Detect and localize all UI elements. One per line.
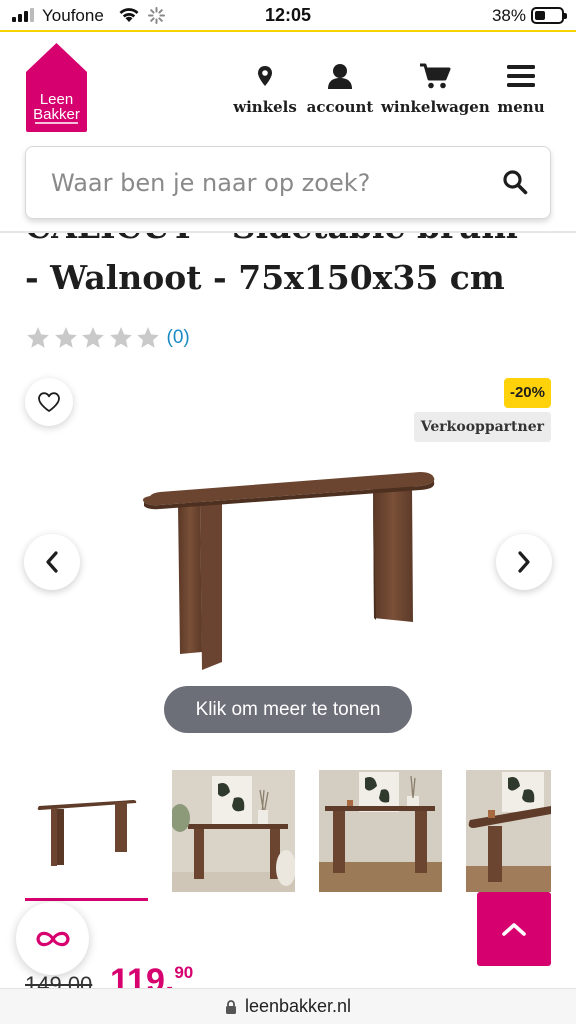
- star-icon: [54, 327, 77, 348]
- battery-fill: [535, 11, 545, 20]
- location-pin-icon: [258, 66, 272, 86]
- compare-icon: [35, 931, 70, 946]
- battery-icon: [531, 7, 567, 24]
- search-input[interactable]: [51, 147, 491, 218]
- thumbnail-image: [172, 770, 295, 892]
- nav-label: winkelwagen: [381, 98, 490, 116]
- star-icon: [137, 327, 159, 348]
- site-header: Leen Bakker winkels account winkelwagen: [0, 32, 576, 137]
- thumbnail-room-photo-2[interactable]: [319, 770, 442, 892]
- thumbnail-active-indicator: [25, 898, 148, 901]
- status-bar: Youfone 12:05 38%: [0, 0, 576, 30]
- nav-label: winkels: [233, 98, 297, 116]
- nav-winkels[interactable]: winkels: [232, 62, 298, 116]
- show-more-button[interactable]: Klik om meer te tonen: [164, 686, 412, 733]
- search-icon[interactable]: [502, 169, 528, 195]
- product-title-line1-clipped: CALICUT - Sidetable bruin: [25, 233, 551, 247]
- review-count-link[interactable]: (0): [167, 327, 190, 349]
- product-image-sidetable[interactable]: [130, 462, 450, 677]
- product-rating[interactable]: (0): [25, 325, 190, 351]
- nav-winkelwagen[interactable]: winkelwagen: [381, 62, 490, 116]
- chevron-left-icon: [46, 551, 58, 573]
- lock-icon: [225, 999, 236, 1014]
- heart-icon: [38, 392, 60, 412]
- discount-badge: -20%: [503, 378, 551, 408]
- compare-button[interactable]: [16, 902, 89, 975]
- gallery-next-button[interactable]: [496, 534, 552, 590]
- product-title-line1: CALICUT - Sidetable bruin: [25, 233, 518, 246]
- nav-label: account: [306, 98, 374, 116]
- scroll-to-top-button[interactable]: [477, 892, 551, 966]
- leen-bakker-logo[interactable]: Leen Bakker: [25, 42, 88, 132]
- hamburger-menu-icon: [507, 65, 535, 87]
- chevron-right-icon: [518, 551, 530, 573]
- logo-text-line2: Bakker: [33, 106, 80, 123]
- thumbnail-room-photo-1[interactable]: [172, 770, 295, 892]
- star-icon: [109, 327, 132, 348]
- thumbnail-room-photo-3[interactable]: [466, 770, 551, 892]
- user-icon: [328, 64, 352, 89]
- star-icon: [82, 327, 104, 348]
- new-price-cents: 90: [174, 963, 194, 982]
- thumbnail-product-photo[interactable]: [25, 770, 148, 892]
- search-bar: [25, 146, 551, 219]
- gallery-prev-button[interactable]: [24, 534, 80, 590]
- thumbnail-image: [25, 770, 148, 892]
- product-title: - Walnoot - 75x150x35 cm: [25, 258, 505, 297]
- shopping-cart-icon: [420, 63, 451, 89]
- url-text: leenbakker.nl: [244, 996, 352, 1016]
- battery-percentage: 38%: [491, 6, 526, 25]
- thumbnail-image: [466, 770, 551, 892]
- nav-label: menu: [497, 98, 545, 116]
- nav-account[interactable]: account: [306, 62, 374, 116]
- clock: 12:05: [264, 5, 312, 25]
- thumbnail-image: [319, 770, 442, 892]
- partner-badge: Verkooppartner: [413, 412, 551, 442]
- nav-menu[interactable]: menu: [496, 62, 546, 116]
- star-icon: [27, 327, 49, 348]
- chevron-up-icon: [502, 923, 526, 936]
- wishlist-button[interactable]: [25, 378, 73, 426]
- logo-text-line1: Leen: [39, 91, 74, 108]
- browser-url-bar[interactable]: leenbakker.nl: [0, 988, 576, 1024]
- logo-text: Leen Bakker: [25, 92, 88, 122]
